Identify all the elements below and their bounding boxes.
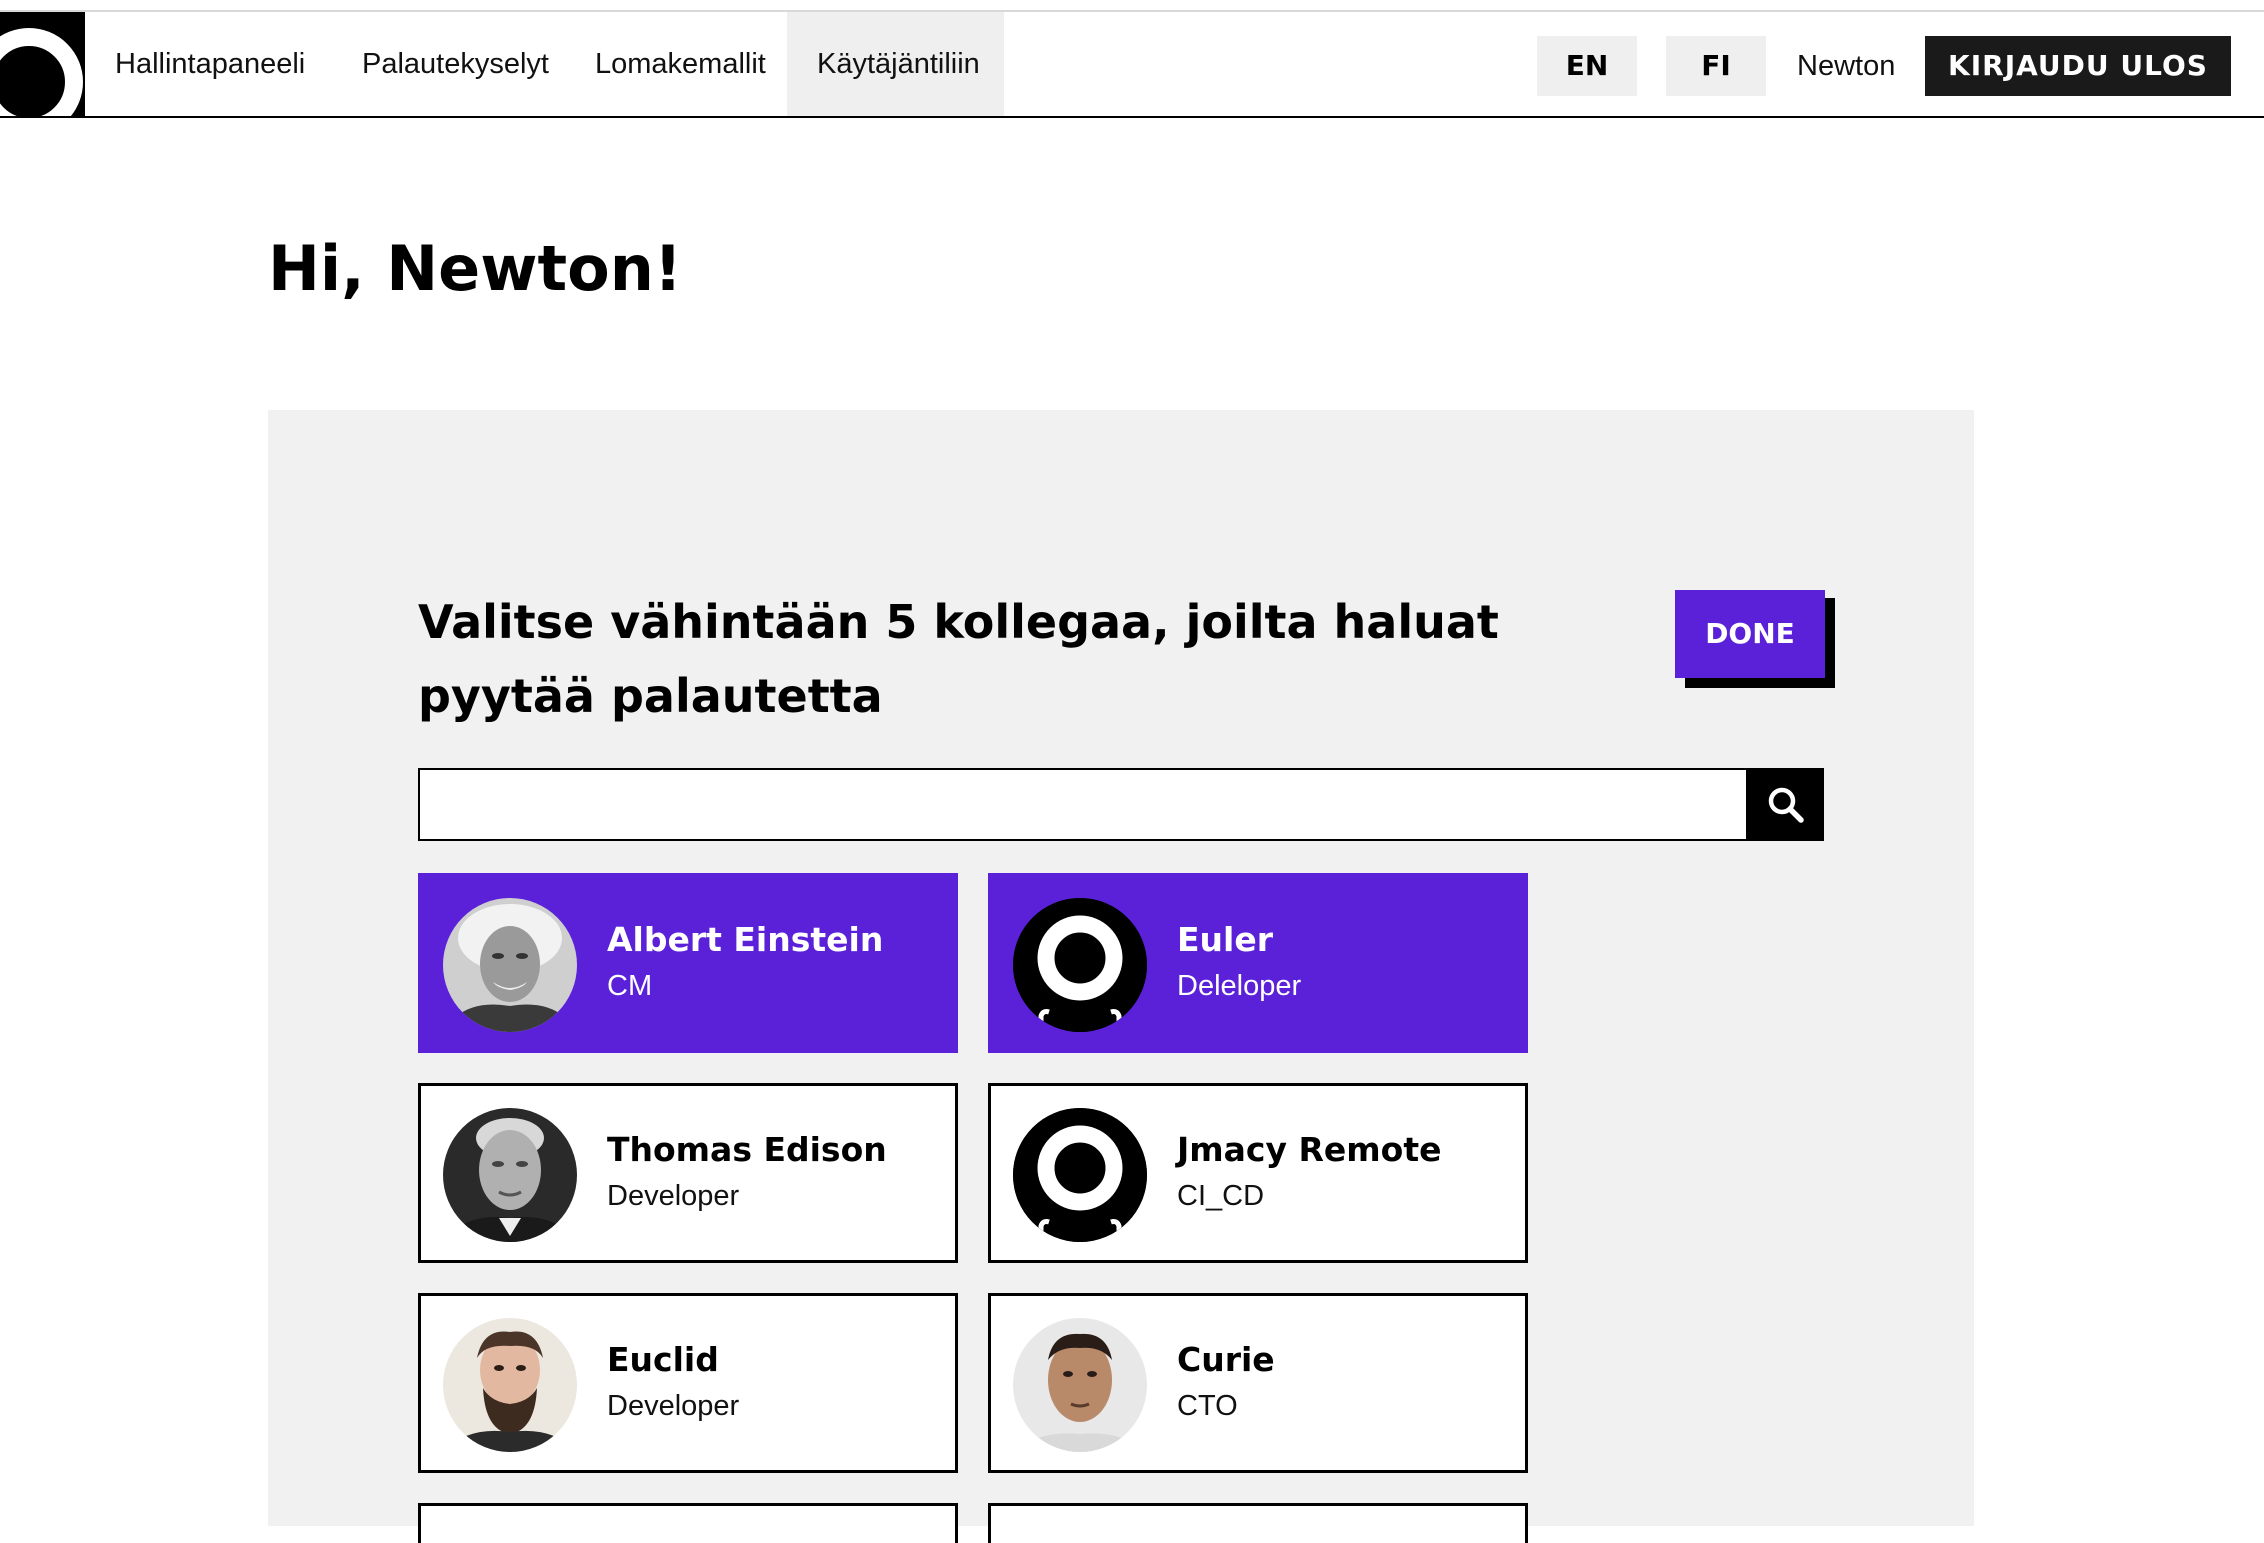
logout-button[interactable]: KIRJAUDU ULOS xyxy=(1925,36,2231,96)
colleague-role: Developer xyxy=(607,1180,740,1212)
app-logo[interactable] xyxy=(0,12,85,116)
colleague-card[interactable]: Euler Deleloper xyxy=(988,873,1528,1053)
colleague-name: Euler xyxy=(1177,920,1274,959)
selection-instruction: Valitse vähintään 5 kollegaa, joilta hal… xyxy=(418,595,1499,723)
nav-item-feedback-surveys[interactable]: Palautekyselyt xyxy=(332,12,579,116)
top-navbar: Hallintapaneeli Palautekyselyt Lomakemal… xyxy=(0,12,2264,118)
logo-ring-icon xyxy=(0,28,83,116)
page-greeting: Hi, Newton! xyxy=(268,232,683,305)
colleague-card[interactable]: Albert Einstein CM xyxy=(418,873,958,1053)
search-icon xyxy=(1768,787,1804,823)
colleague-name: Albert Einstein xyxy=(607,920,884,959)
default-avatar-icon xyxy=(1013,1108,1147,1242)
language-fi-button[interactable]: FI xyxy=(1666,36,1766,96)
colleague-role: CI_CD xyxy=(1177,1180,1265,1212)
colleague-name: Thomas Edison xyxy=(607,1130,887,1169)
colleague-name: Jmacy Remote xyxy=(1177,1130,1442,1169)
search-button[interactable] xyxy=(1748,768,1824,841)
colleague-role: CM xyxy=(607,970,653,1002)
colleague-role: Deleloper xyxy=(1177,970,1302,1002)
colleague-card[interactable]: Jmacy Remote CI_CD xyxy=(988,1083,1528,1263)
nav-item-user-account[interactable]: Käytäjäntiliin xyxy=(787,12,1004,116)
nav-item-dashboard[interactable]: Hallintapaneeli xyxy=(85,12,335,116)
colleague-name: Curie xyxy=(1177,1340,1275,1379)
avatar xyxy=(443,898,577,1032)
colleague-role: Developer xyxy=(607,1390,740,1422)
avatar xyxy=(443,1318,577,1452)
colleague-name: Euclid xyxy=(607,1340,719,1379)
language-en-button[interactable]: EN xyxy=(1537,36,1637,96)
colleague-search-input[interactable] xyxy=(418,768,1748,841)
done-button[interactable]: DONE xyxy=(1675,590,1825,678)
window-top-edge xyxy=(0,0,2264,12)
colleague-card[interactable]: Curie CTO xyxy=(988,1293,1528,1473)
colleague-card[interactable]: Thomas Edison Developer xyxy=(418,1083,958,1263)
colleague-card[interactable]: Euclid Developer xyxy=(418,1293,958,1473)
colleague-role: CTO xyxy=(1177,1390,1238,1422)
default-avatar-icon xyxy=(1013,898,1147,1032)
colleague-selection-panel: Valitse vähintään 5 kollegaa, joilta hal… xyxy=(268,410,1974,1543)
nav-item-form-templates[interactable]: Lomakemallit xyxy=(565,12,796,116)
current-user-name: Newton xyxy=(1797,50,1896,82)
colleague-card[interactable] xyxy=(988,1503,1528,1543)
avatar xyxy=(443,1108,577,1242)
colleague-card[interactable] xyxy=(418,1503,958,1543)
avatar xyxy=(1013,1318,1147,1452)
